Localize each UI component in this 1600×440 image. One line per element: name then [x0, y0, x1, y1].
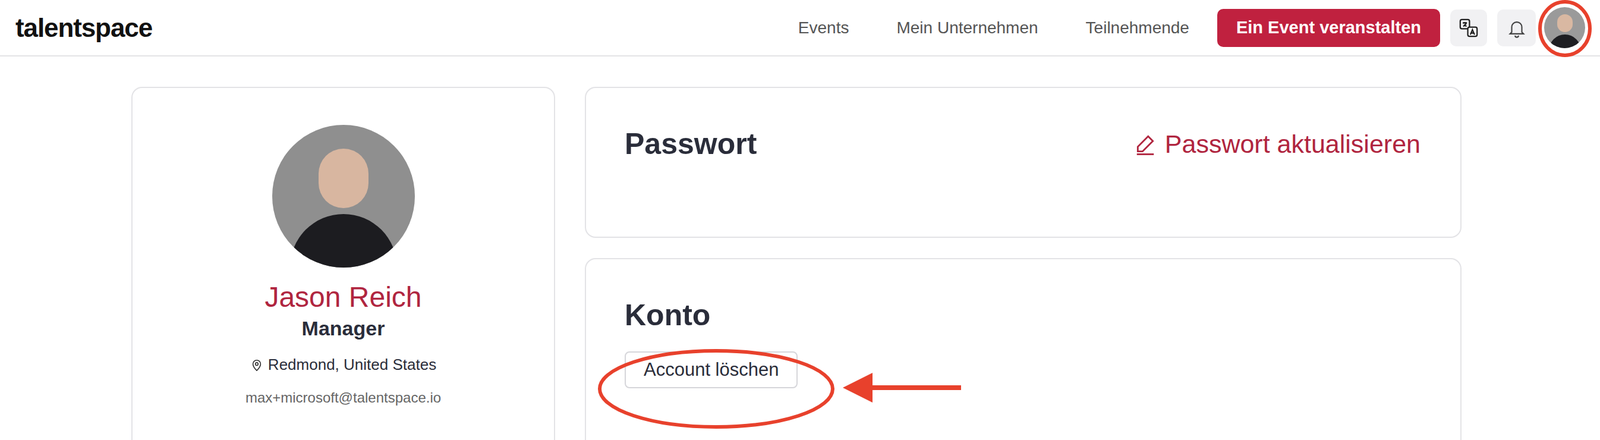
annotation-overlay [0, 0, 1600, 440]
settings-page: Jason Reich Manager Redmond, United Stat… [0, 56, 1600, 440]
button-highlight [599, 350, 833, 427]
update-password-link[interactable]: Passwort aktualisieren [1134, 126, 1422, 162]
main-nav: Events Mein Unternehmen Teilnehmende [798, 15, 1190, 41]
translate-button[interactable] [1450, 9, 1488, 47]
profile-role: Manager [301, 315, 386, 342]
nav-item[interactable]: Events [798, 15, 850, 41]
nav-item[interactable]: Teilnehmende [1085, 15, 1190, 41]
pencil-icon [1134, 132, 1157, 156]
translate-icon [1458, 17, 1479, 39]
user-avatar[interactable] [1544, 7, 1586, 49]
arrow-head-icon [842, 372, 873, 403]
profile-name: Jason Reich [264, 279, 422, 316]
location-pin-icon [250, 357, 264, 373]
notifications-button[interactable] [1497, 9, 1536, 47]
bell-icon [1506, 17, 1527, 39]
nav-item[interactable]: Mein Unternehmen [896, 15, 1038, 41]
profile-photo [272, 124, 415, 268]
logo[interactable]: talentspace [15, 8, 153, 48]
arrow-line [867, 385, 962, 390]
create-event-button[interactable]: Ein Event veranstalten [1217, 8, 1441, 47]
profile-email: max+microsoft@talentspace.io [245, 386, 442, 409]
password-card: Passwort Passwort aktualisieren [584, 86, 1462, 238]
profile-card: Jason Reich Manager Redmond, United Stat… [131, 86, 556, 440]
delete-account-button[interactable]: Account löschen [624, 351, 798, 389]
password-title: Passwort [624, 126, 757, 162]
account-card: Konto Account löschen [584, 257, 1462, 440]
settings-column: Passwort Passwort aktualisieren Konto Ac… [584, 86, 1462, 440]
top-bar: talentspace Events Mein Unternehmen Teilne… [0, 0, 1600, 57]
account-title: Konto [624, 297, 711, 333]
avatar-highlight [1539, 1, 1590, 56]
profile-location: Redmond, United States [250, 353, 437, 377]
